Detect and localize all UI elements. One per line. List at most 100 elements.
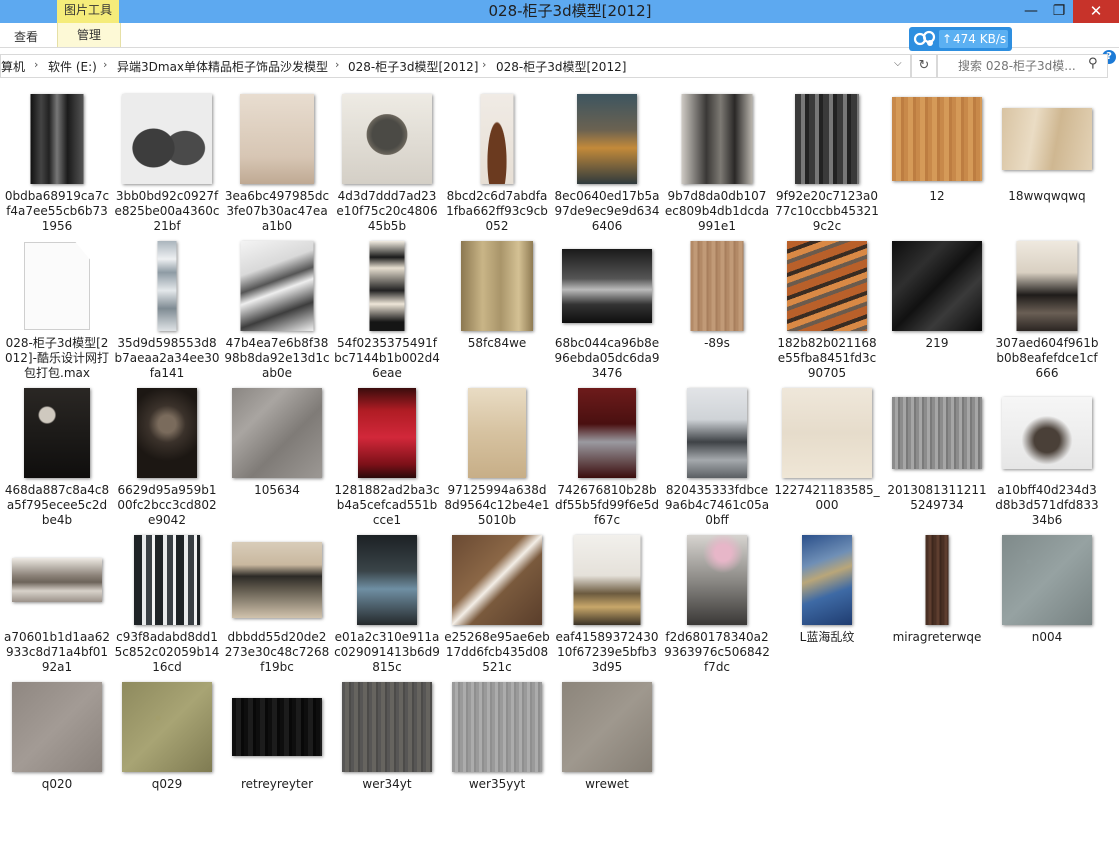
file-item[interactable]: q020 — [2, 672, 112, 818]
file-item[interactable]: 1281882ad2ba3cb4a5cefcad551bcce1 — [332, 378, 442, 527]
file-thumbnail-area — [442, 680, 552, 774]
image-thumbnail — [240, 241, 314, 331]
file-item[interactable]: miragreterwqe — [882, 525, 992, 671]
file-item[interactable]: L蓝海乱纹 — [772, 525, 882, 671]
file-item[interactable]: 68bc044ca96b8e96ebda05dc6da93476 — [552, 231, 662, 380]
file-item[interactable]: 0bdba68919ca7cf4a7ee55cb6b731956 — [2, 84, 112, 233]
file-item[interactable]: 9f92e20c7123a077c10ccbb453219c2c — [772, 84, 882, 233]
file-item[interactable]: a70601b1d1aa62933c8d71a4bf0192a1 — [2, 525, 112, 674]
file-item[interactable]: retreyreyter — [222, 672, 332, 818]
breadcrumb-chevron-icon[interactable]: › — [34, 58, 38, 71]
image-thumbnail — [892, 397, 982, 469]
file-item[interactable]: 8bcd2c6d7abdfa1fba662ff93c9cb052 — [442, 84, 552, 233]
breadcrumb-chevron-icon[interactable]: › — [335, 58, 339, 71]
address-dropdown-icon[interactable]: ⌵ — [894, 58, 902, 69]
file-name: 35d9d598553d8b7aeaa2a34ee30fa141 — [114, 336, 220, 380]
file-item[interactable]: 35d9d598553d8b7aeaa2a34ee30fa141 — [112, 231, 222, 380]
file-thumbnail-area — [2, 533, 112, 627]
file-thumbnail-area — [442, 533, 552, 627]
file-item[interactable]: 468da887c8a4c8a5f795ecee5c2dbe4b — [2, 378, 112, 527]
file-name: 3ea6bc497985dc3fe07b30ac47eaa1b0 — [224, 189, 330, 233]
file-item[interactable]: a10bff40d234d3d8b3d571dfd83334b6 — [992, 378, 1102, 527]
close-button[interactable]: ✕ — [1073, 0, 1119, 23]
file-name: q029 — [151, 777, 183, 791]
address-bar[interactable]: 算机 › 软件 (E:) › 异端3Dmax单体精品柜子饰品沙发模型 › 028… — [0, 54, 911, 78]
image-thumbnail — [369, 241, 405, 331]
restore-button[interactable]: ❐ — [1044, 0, 1074, 23]
file-item[interactable]: dbbdd55d20de2273e30c48c7268f19bc — [222, 525, 332, 674]
image-thumbnail — [562, 249, 652, 323]
tab-view[interactable]: 查看 — [14, 28, 38, 45]
file-item[interactable]: 4d3d7ddd7ad23e10f75c20c480645b5b — [332, 84, 442, 233]
file-item[interactable]: 18wwqwqwq — [992, 84, 1102, 230]
breadcrumb-chevron-icon[interactable]: › — [103, 58, 107, 71]
file-item[interactable]: eaf4158937243010f67239e5bfb33d95 — [552, 525, 662, 674]
file-thumbnail-area — [552, 92, 662, 186]
file-item[interactable]: c93f8adabd8dd15c852c02059b1416cd — [112, 525, 222, 674]
file-item[interactable]: 6629d95a959b100fc2bcc3cd802e9042 — [112, 378, 222, 527]
file-name: retreyreyter — [240, 777, 314, 791]
file-name: 820435333fdbce9a6b4c7461c05a0bff — [664, 483, 770, 527]
file-item[interactable]: 182b82b021168e55fba8451fd3c90705 — [772, 231, 882, 380]
file-item[interactable]: 12 — [882, 84, 992, 230]
file-name: 468da887c8a4c8a5f795ecee5c2dbe4b — [4, 483, 110, 527]
file-item[interactable]: e01a2c310e911ac029091413b6d9815c — [332, 525, 442, 674]
file-name: 54f0235375491fbc7144b1b002d46eae — [334, 336, 440, 380]
breadcrumb-folder[interactable]: 异端3Dmax单体精品柜子饰品沙发模型 — [117, 58, 328, 75]
search-box[interactable]: ⚲ — [937, 54, 1108, 78]
file-grid: 0bdba68919ca7cf4a7ee55cb6b731956 3bb0bd92… — [0, 84, 1119, 843]
file-item[interactable]: wrewet — [552, 672, 662, 818]
file-item[interactable]: 3bb0bd92c0927fe825be00a4360c21bf — [112, 84, 222, 233]
file-item[interactable]: 742676810b28bdf55b5fd99f6e5df67c — [552, 378, 662, 527]
file-item[interactable]: 028-柜子3d模型[2012]-酷乐设计网打包打包.max — [2, 231, 112, 380]
search-input[interactable] — [958, 57, 1086, 75]
breadcrumb-computer[interactable]: 算机 — [1, 58, 25, 75]
file-item[interactable]: 8ec0640ed17b5a97de9ec9e9d6346406 — [552, 84, 662, 233]
file-item[interactable]: 9b7d8da0db107ec809b4db1dcda991e1 — [662, 84, 772, 233]
upload-speed-text: 474 KB/s — [953, 32, 1007, 46]
file-item[interactable]: 47b4ea7e6b8f3898b8da92e13d1cab0e — [222, 231, 332, 380]
breadcrumb-drive[interactable]: 软件 (E:) — [48, 58, 97, 75]
tab-manage[interactable]: 管理 — [57, 23, 121, 47]
file-thumbnail-area — [772, 239, 882, 333]
file-item[interactable]: f2d680178340a29363976c506842f7dc — [662, 525, 772, 674]
file-name: q020 — [41, 777, 73, 791]
image-thumbnail — [480, 94, 514, 184]
file-item[interactable]: 97125994a638d8d9564c12be4e15010b — [442, 378, 552, 527]
breadcrumb-subfolder[interactable]: 028-柜子3d模型[2012] — [348, 58, 478, 75]
minimize-button[interactable]: — — [1016, 0, 1046, 23]
file-item[interactable]: 58fc84we — [442, 231, 552, 377]
file-item[interactable]: wer34yt — [332, 672, 442, 818]
file-item[interactable]: 307aed604f961bb0b8eafefdce1cf666 — [992, 231, 1102, 380]
image-thumbnail — [1002, 535, 1092, 625]
refresh-button[interactable]: ↻ — [911, 54, 937, 78]
picture-tools-tab-header[interactable]: 图片工具 — [57, 0, 119, 23]
file-item[interactable]: e25268e95ae6eb17dd6fcb435d08521c — [442, 525, 552, 674]
file-item[interactable]: 3ea6bc497985dc3fe07b30ac47eaa1b0 — [222, 84, 332, 233]
file-name: 97125994a638d8d9564c12be4e15010b — [444, 483, 550, 527]
file-item[interactable]: 820435333fdbce9a6b4c7461c05a0bff — [662, 378, 772, 527]
close-icon: ✕ — [1089, 2, 1103, 20]
breadcrumb-chevron-icon[interactable]: › — [482, 58, 486, 71]
file-item[interactable]: -89s — [662, 231, 772, 377]
file-item[interactable]: q029 — [112, 672, 222, 818]
breadcrumb-current-folder[interactable]: 028-柜子3d模型[2012] — [496, 58, 626, 75]
image-thumbnail — [925, 535, 949, 625]
file-item[interactable]: 105634 — [222, 378, 332, 524]
max-file-icon — [24, 242, 90, 330]
file-item[interactable]: 1227421183585_000 — [772, 378, 882, 524]
file-item[interactable]: wer35yyt — [442, 672, 552, 818]
file-item[interactable]: n004 — [992, 525, 1102, 671]
image-thumbnail — [892, 241, 982, 331]
file-thumbnail-area — [552, 680, 662, 774]
file-item[interactable]: 20130813112115249734 — [882, 378, 992, 524]
upload-speed-widget[interactable]: ↑ 474 KB/s — [909, 27, 1012, 51]
file-item[interactable]: 54f0235375491fbc7144b1b002d46eae — [332, 231, 442, 380]
image-thumbnail — [30, 94, 84, 184]
file-thumbnail-area — [332, 680, 442, 774]
file-item[interactable]: 219 — [882, 231, 992, 377]
file-name: e25268e95ae6eb17dd6fcb435d08521c — [444, 630, 550, 674]
file-name: wer35yyt — [468, 777, 526, 791]
search-icon[interactable]: ⚲ — [1088, 56, 1098, 71]
file-name: 58fc84we — [467, 336, 527, 350]
